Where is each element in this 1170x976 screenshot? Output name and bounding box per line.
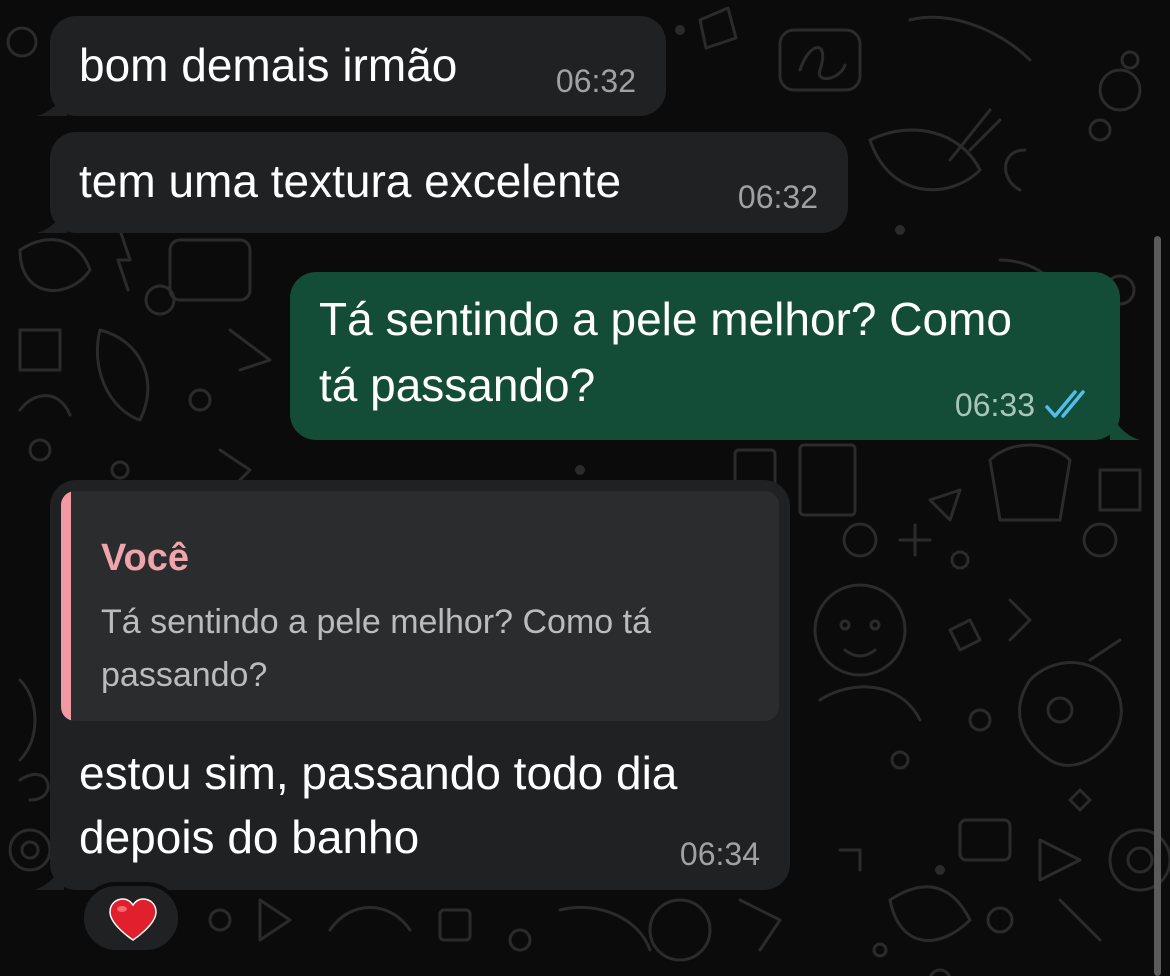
message-text: bom demais irmão bbox=[79, 39, 458, 91]
quote-text-line-1: Tá sentindo a pele melhor? Como tá bbox=[101, 603, 651, 641]
message-time: 06:32 bbox=[737, 179, 818, 215]
quote-text-line-2: passando? bbox=[101, 656, 268, 694]
message-time: 06:32 bbox=[555, 63, 636, 99]
message-bubble-incoming-reply[interactable]: Você Tá sentindo a pele melhor? Como tá … bbox=[50, 480, 790, 890]
message-text-line-1: Tá sentindo a pele melhor? Como bbox=[319, 293, 1012, 345]
message-text: tem uma textura excelente bbox=[79, 155, 622, 207]
message-text-line-2: tá passando? bbox=[319, 359, 596, 411]
message-time: 06:34 bbox=[679, 836, 760, 872]
message-bubble-incoming[interactable]: bom demais irmão 06:32 bbox=[50, 16, 666, 116]
message-time: 06:33 bbox=[954, 387, 1035, 423]
heart-icon bbox=[109, 898, 157, 941]
reaction-badge[interactable] bbox=[80, 882, 182, 954]
message-bubble-incoming[interactable]: tem uma textura excelente 06:32 bbox=[50, 132, 848, 233]
message-bubble-outgoing[interactable]: Tá sentindo a pele melhor? Como tá passa… bbox=[290, 272, 1120, 440]
quote-author: Você bbox=[101, 537, 190, 579]
quote-accent-bar bbox=[61, 491, 71, 721]
message-text-line-2: depois do banho bbox=[79, 811, 420, 863]
message-text-line-1: estou sim, passando todo dia bbox=[79, 747, 678, 799]
chat-scrollbar[interactable] bbox=[1154, 236, 1161, 976]
quoted-message[interactable]: Você Tá sentindo a pele melhor? Como tá … bbox=[61, 491, 779, 721]
double-check-icon bbox=[1045, 390, 1085, 418]
